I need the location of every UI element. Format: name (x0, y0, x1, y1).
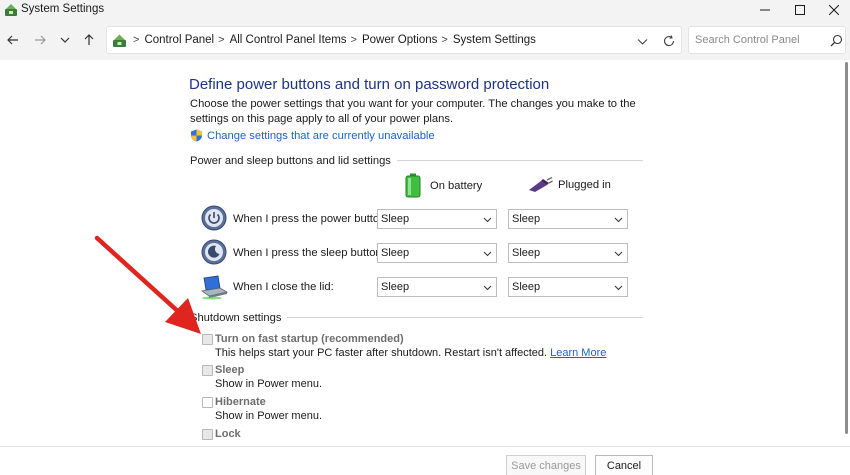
column-plugged-in-label: Plugged in (558, 179, 611, 191)
fast-startup-description-text: This helps start your PC faster after sh… (215, 347, 548, 359)
chevron-down-icon (614, 285, 623, 291)
title-bar: System Settings (0, 0, 850, 20)
navigation-bar: > Control Panel > All Control Panel Item… (0, 20, 850, 60)
breadcrumb-separator: > (133, 34, 140, 46)
select-value: Sleep (512, 247, 541, 259)
chevron-down-icon (483, 285, 492, 291)
battery-icon (405, 173, 421, 198)
control-panel-icon (113, 34, 126, 47)
fast-startup-description: This helps start your PC faster after sh… (215, 347, 606, 359)
change-settings-link-text[interactable]: Change settings that are currently unava… (207, 130, 435, 142)
scrollbar-thumb[interactable] (845, 62, 848, 434)
change-settings-link[interactable]: Change settings that are currently unava… (190, 129, 435, 142)
maximize-button[interactable] (783, 0, 817, 20)
lock-option-label: Lock (215, 428, 241, 440)
chevron-down-icon (483, 251, 492, 257)
power-button-label: When I press the power button: (233, 213, 389, 225)
annotation-arrow (94, 235, 201, 334)
column-on-battery: On battery (404, 173, 482, 198)
power-section-title: Power and sleep buttons and lid settings (190, 155, 397, 167)
search-icon[interactable] (830, 34, 843, 47)
select-value: Sleep (512, 213, 541, 225)
sleep-button-on-battery-select[interactable]: Sleep (377, 243, 497, 263)
breadcrumb-separator: > (441, 34, 448, 46)
forward-arrow-icon (35, 35, 46, 45)
refresh-icon (663, 35, 675, 47)
minimize-icon (760, 9, 770, 11)
close-icon (829, 5, 839, 15)
sleep-checkbox[interactable] (202, 365, 213, 376)
control-panel-icon (5, 4, 17, 16)
up-arrow-icon (84, 34, 94, 45)
window-title: System Settings (21, 3, 105, 15)
minimize-button[interactable] (748, 0, 782, 20)
power-plug-icon (529, 177, 553, 192)
chevron-down-icon (60, 37, 70, 43)
lock-checkbox[interactable] (202, 429, 213, 440)
chevron-down-icon (637, 38, 647, 45)
search-input[interactable]: Search Control Panel (695, 34, 800, 46)
lid-label: When I close the lid: (233, 281, 334, 293)
laptop-lid-icon (200, 275, 228, 300)
save-changes-button[interactable]: Save changes (506, 455, 586, 475)
column-plugged-in: Plugged in (527, 177, 611, 193)
shutdown-section-title: Shutdown settings (190, 312, 288, 324)
hibernate-option-label: Hibernate (215, 396, 266, 408)
hibernate-checkbox[interactable] (202, 397, 213, 408)
close-button[interactable] (817, 0, 850, 20)
select-value: Sleep (381, 247, 410, 259)
hibernate-option-description: Show in Power menu. (215, 410, 322, 422)
breadcrumb-control-panel[interactable]: Control Panel (144, 34, 214, 46)
vertical-scrollbar[interactable] (845, 62, 848, 434)
chevron-down-icon (614, 251, 623, 257)
breadcrumb: > Control Panel > All Control Panel Item… (129, 34, 536, 46)
chevron-down-icon (614, 217, 623, 223)
chevron-down-icon (483, 217, 492, 223)
footer-bar: Save changes Cancel (0, 446, 850, 475)
sleep-option-description: Show in Power menu. (215, 378, 322, 390)
select-value: Sleep (381, 213, 410, 225)
address-dropdown-button[interactable] (634, 33, 650, 49)
lid-on-battery-select[interactable]: Sleep (377, 277, 497, 297)
power-button-on-battery-select[interactable]: Sleep (377, 209, 497, 229)
address-bar[interactable]: > Control Panel > All Control Panel Item… (106, 26, 682, 54)
breadcrumb-power-options[interactable]: Power Options (362, 34, 437, 46)
fast-startup-label: Turn on fast startup (recommended) (215, 333, 404, 345)
page-title: Define power buttons and turn on passwor… (189, 76, 550, 93)
cancel-button[interactable]: Cancel (595, 455, 653, 475)
sleep-option-label: Sleep (215, 364, 245, 376)
uac-shield-icon (191, 129, 202, 142)
recent-locations-button[interactable] (55, 30, 75, 50)
learn-more-link[interactable]: Learn More (550, 347, 606, 359)
fast-startup-checkbox[interactable] (202, 334, 213, 345)
breadcrumb-all-items[interactable]: All Control Panel Items (230, 34, 347, 46)
sleep-button-label: When I press the sleep button: (233, 247, 385, 259)
sleep-button-icon (201, 239, 227, 265)
select-value: Sleep (512, 281, 541, 293)
breadcrumb-separator: > (218, 34, 225, 46)
column-on-battery-label: On battery (430, 179, 483, 192)
back-button[interactable] (3, 30, 23, 50)
refresh-button[interactable] (660, 32, 678, 50)
back-arrow-icon (7, 35, 18, 45)
lid-plugged-in-select[interactable]: Sleep (508, 277, 628, 297)
search-box[interactable]: Search Control Panel (688, 26, 846, 54)
page-description: Choose the power settings that you want … (190, 98, 636, 125)
forward-button[interactable] (30, 30, 50, 50)
sleep-button-plugged-in-select[interactable]: Sleep (508, 243, 628, 263)
maximize-icon (795, 5, 805, 15)
select-value: Sleep (381, 281, 410, 293)
breadcrumb-system-settings[interactable]: System Settings (453, 34, 536, 46)
power-button-plugged-in-select[interactable]: Sleep (508, 209, 628, 229)
power-button-icon (201, 205, 227, 231)
breadcrumb-separator: > (350, 34, 357, 46)
up-button[interactable] (79, 30, 99, 50)
